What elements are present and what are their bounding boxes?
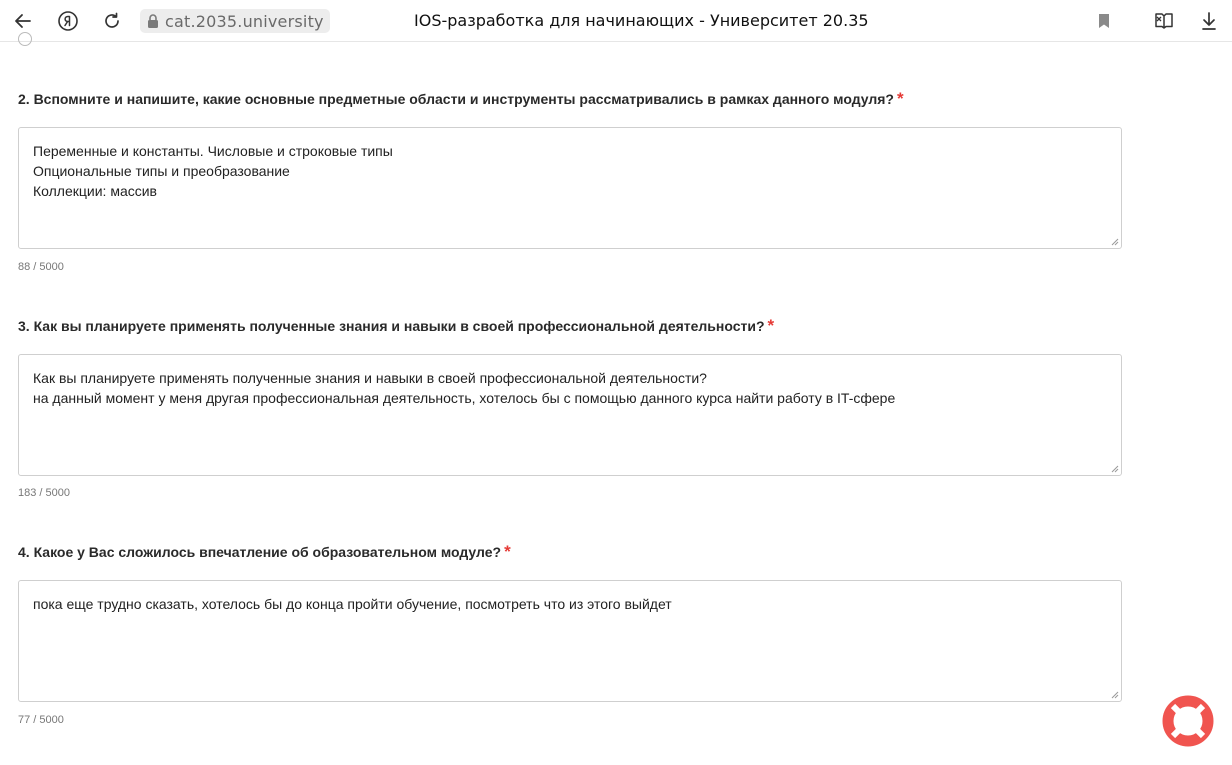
reader-mode-icon[interactable]: [1151, 8, 1177, 34]
question-2-title: 2. Вспомните и напишите, какие основные …: [18, 89, 904, 108]
survey-form: 2. Вспомните и напишите, какие основные …: [0, 32, 1232, 765]
question-2-char-counter: 88 / 5000: [18, 261, 64, 273]
download-icon[interactable]: [1196, 8, 1222, 34]
yandex-icon[interactable]: [55, 8, 81, 34]
radio-option-icon[interactable]: [18, 32, 32, 46]
question-4-char-counter: 77 / 5000: [18, 714, 64, 726]
browser-toolbar: cat.2035.university IOS-разработка для н…: [0, 0, 1232, 42]
tab-title: IOS-разработка для начинающих - Универси…: [414, 11, 869, 30]
question-4-title: 4. Какое у Вас сложилось впечатление об …: [18, 542, 511, 561]
required-mark: *: [767, 316, 775, 335]
question-3-answer-textarea[interactable]: Как вы планируете применять полученные з…: [18, 354, 1122, 476]
reload-icon[interactable]: [99, 8, 125, 34]
question-4-answer-textarea[interactable]: пока еще трудно сказать, хотелось бы до …: [18, 580, 1122, 702]
question-3-title: 3. Как вы планируете применять полученны…: [18, 316, 775, 335]
url-text: cat.2035.university: [165, 11, 324, 31]
required-mark: *: [896, 89, 904, 108]
resize-handle-icon[interactable]: [1111, 238, 1119, 246]
question-3-char-counter: 183 / 5000: [18, 487, 70, 499]
lock-icon: [144, 12, 162, 30]
back-arrow-icon[interactable]: [10, 8, 36, 34]
question-2-answer-textarea[interactable]: Переменные и константы. Числовые и строк…: [18, 127, 1122, 249]
resize-handle-icon[interactable]: [1111, 465, 1119, 473]
bookmark-icon[interactable]: [1091, 8, 1117, 34]
lifebuoy-icon[interactable]: [1162, 695, 1214, 747]
required-mark: *: [504, 542, 511, 561]
resize-handle-icon[interactable]: [1111, 691, 1119, 699]
address-bar[interactable]: cat.2035.university: [140, 9, 330, 33]
